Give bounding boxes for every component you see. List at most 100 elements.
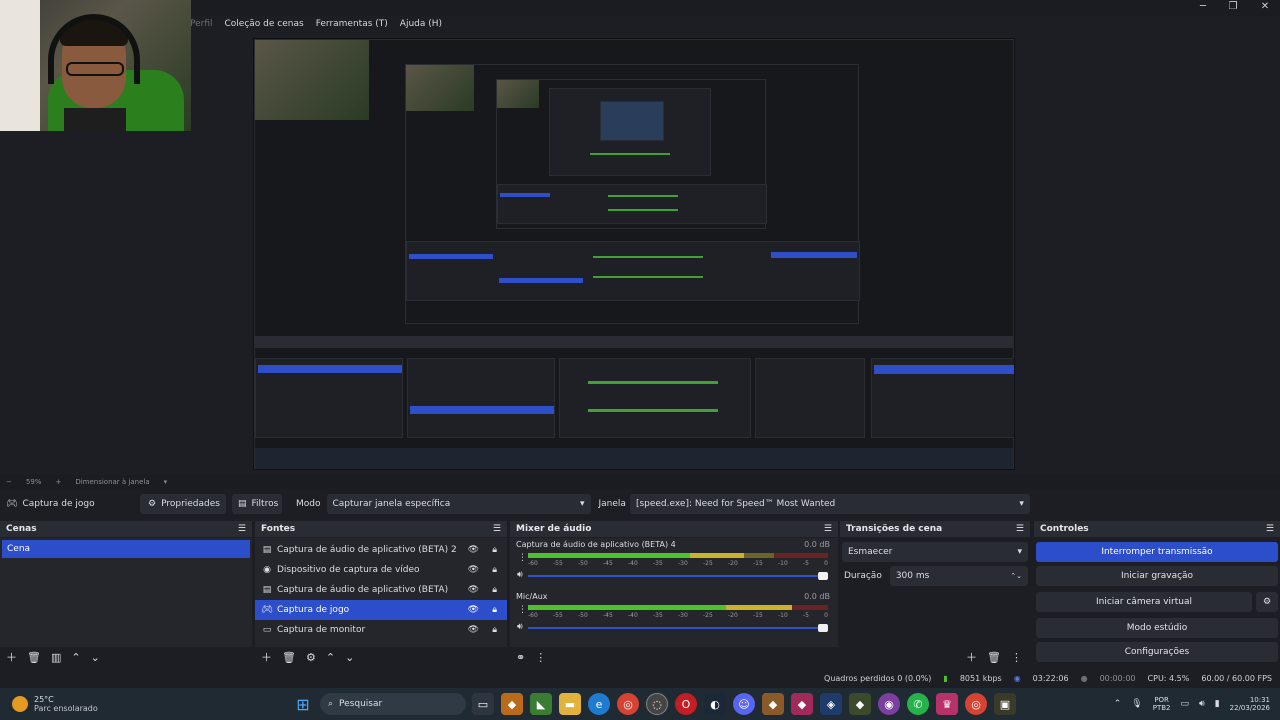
windows-start-icon[interactable]: ⊞ (292, 693, 314, 715)
window-dropdown[interactable]: [speed.exe]: Need for Speed™ Most Wanted… (629, 494, 1030, 514)
studio-mode-button[interactable]: Modo estúdio (1036, 618, 1278, 638)
add-icon[interactable]: ＋ (966, 649, 977, 665)
eye-icon[interactable]: 👁︎ (468, 565, 479, 575)
folder-icon[interactable]: ▬ (559, 693, 581, 715)
language-indicator[interactable]: POR PTB2 (1153, 696, 1171, 712)
volume-fader[interactable] (528, 624, 828, 632)
eye-icon[interactable]: 👁︎ (468, 545, 479, 555)
battery-icon[interactable]: ▮ (1215, 699, 1220, 709)
weather-widget[interactable]: 25°C Parc ensolarado (12, 695, 282, 713)
network-icon[interactable]: ▭ (1181, 699, 1190, 709)
speaker-icon[interactable]: 🔊︎ (517, 622, 523, 632)
zoom-in-icon[interactable]: + (55, 478, 61, 486)
source-row[interactable]: ◉ Dispositivo de captura de vídeo 👁︎ 🔒︎ (255, 560, 507, 580)
source-row[interactable]: 🎮︎ Captura de jogo 👁︎ 🔒︎ (255, 600, 507, 620)
menu-help[interactable]: Ajuda (H) (400, 16, 442, 32)
trash-icon[interactable]: 🗑︎ (987, 651, 1001, 664)
lock-icon[interactable]: 🔒︎ (492, 545, 497, 555)
source-row[interactable]: ▤ Captura de áudio de aplicativo (BETA) … (255, 540, 507, 560)
lock-icon[interactable]: 🔒︎ (492, 585, 497, 595)
start-virtual-camera-button[interactable]: Iniciar câmera virtual (1036, 592, 1252, 612)
trash-icon[interactable]: 🗑︎ (282, 651, 296, 664)
transitions-title: Transições de cena (846, 524, 943, 534)
lock-icon[interactable]: 🔒︎ (492, 625, 497, 635)
discord-icon[interactable]: ☺ (733, 693, 755, 715)
settings-button[interactable]: Configurações (1036, 642, 1278, 662)
obs-icon[interactable]: ◌ (646, 693, 668, 715)
filter-icon[interactable]: ▥ (51, 651, 61, 664)
app-icon[interactable]: ◆ (791, 693, 813, 715)
channel-menu-icon[interactable]: ⋮ (518, 605, 527, 615)
gear-icon[interactable]: ⚙ (306, 651, 316, 664)
chevron-up-icon[interactable]: ⌃ (71, 651, 80, 664)
volume-fader[interactable] (528, 572, 828, 580)
game-app-icon[interactable]: ◆ (501, 693, 523, 715)
task-view-icon[interactable]: ▭ (472, 693, 494, 715)
current-source-name: Captura de jogo (22, 499, 95, 509)
stop-streaming-button[interactable]: Interromper transmissão (1036, 542, 1278, 562)
duration-spinbox[interactable]: 300 ms ⌃⌄ (889, 566, 1028, 586)
more-icon[interactable]: ⋮ (1011, 651, 1022, 664)
channel-menu-icon[interactable]: ⋮ (518, 553, 527, 563)
edge-icon[interactable]: e (588, 693, 610, 715)
fader-knob[interactable] (818, 572, 828, 580)
source-row[interactable]: ▤ Captura de áudio de aplicativo (BETA) … (255, 580, 507, 600)
fader-knob[interactable] (818, 624, 828, 632)
chevron-down-icon[interactable]: ⌄ (91, 651, 100, 664)
maximize-button[interactable]: ❐ (1218, 0, 1248, 14)
eye-icon[interactable]: 👁︎ (468, 585, 479, 595)
chevron-down-icon: ▾ (1019, 499, 1024, 509)
transition-dropdown[interactable]: Esmaecer ▾ (842, 542, 1028, 562)
more-icon[interactable]: ⋮ (535, 651, 546, 664)
clock[interactable]: 10:31 22/03/2026 (1230, 696, 1270, 712)
volume-icon[interactable]: 🔊︎ (1199, 699, 1205, 709)
app-icon[interactable]: ◆ (762, 693, 784, 715)
app-icon[interactable]: ◈ (820, 693, 842, 715)
add-icon[interactable]: ＋ (261, 649, 272, 665)
taskbar-search[interactable]: ⌕ Pesquisar (320, 693, 466, 715)
dock-menu-icon[interactable]: ☰ (493, 524, 501, 534)
lock-icon[interactable]: 🔒︎ (492, 565, 497, 575)
chevron-up-icon[interactable]: ⌃ (326, 651, 335, 664)
eye-icon[interactable]: 👁︎ (468, 625, 479, 635)
chevron-up-icon[interactable]: ⌃ (1114, 699, 1122, 709)
gear-icon[interactable]: ⚙ (1256, 592, 1278, 612)
close-button[interactable]: ✕ (1250, 0, 1280, 14)
steam-icon[interactable]: ◐ (704, 693, 726, 715)
opera-icon[interactable]: O (675, 693, 697, 715)
eye-icon[interactable]: 👁︎ (468, 605, 479, 615)
speaker-icon[interactable]: 🔊︎ (517, 570, 523, 580)
menu-scene-collection[interactable]: Coleção de cenas (225, 16, 304, 32)
start-recording-button[interactable]: Iniciar gravação (1036, 566, 1278, 586)
dock-menu-icon[interactable]: ☰ (1266, 524, 1274, 534)
trash-icon[interactable]: 🗑︎ (27, 651, 41, 664)
microphone-icon[interactable]: 🎙︎ (1131, 699, 1142, 709)
whatsapp-icon[interactable]: ✆ (907, 693, 929, 715)
menu-perfil[interactable]: Perfil (190, 16, 213, 32)
resize-to-window[interactable]: Dimensionar à janela (75, 478, 149, 486)
chevron-down-icon[interactable]: ▾ (164, 478, 168, 486)
properties-button[interactable]: ⚙ Propriedades (140, 494, 226, 514)
chrome-icon[interactable]: ◎ (617, 693, 639, 715)
nvidia-icon[interactable]: ◣ (530, 693, 552, 715)
lock-icon[interactable]: 🔒︎ (492, 605, 497, 615)
app-icon[interactable]: ◆ (849, 693, 871, 715)
filters-button[interactable]: ▤ Filtros (232, 494, 282, 514)
zoom-out-icon[interactable]: − (6, 478, 12, 486)
link-icon[interactable]: ⚭ (516, 651, 525, 664)
app-icon[interactable]: ◉ (878, 693, 900, 715)
menu-tools[interactable]: Ferramentas (T) (316, 16, 388, 32)
scene-item[interactable]: Cena (2, 540, 250, 558)
dock-menu-icon[interactable]: ☰ (238, 524, 246, 534)
dock-menu-icon[interactable]: ☰ (1016, 524, 1024, 534)
mode-dropdown[interactable]: Capturar janela específica ▾ (326, 494, 591, 514)
chrome-icon[interactable]: ◎ (965, 693, 987, 715)
preview-canvas[interactable] (253, 38, 1015, 470)
streamlabs-icon[interactable]: ♛ (936, 693, 958, 715)
nfs-icon[interactable]: ▣ (994, 693, 1016, 715)
dock-menu-icon[interactable]: ☰ (824, 524, 832, 534)
source-row[interactable]: ▭ Captura de monitor 👁︎ 🔒︎ (255, 620, 507, 640)
minimize-button[interactable]: ─ (1188, 0, 1218, 14)
add-icon[interactable]: ＋ (6, 649, 17, 665)
chevron-down-icon[interactable]: ⌄ (345, 651, 354, 664)
